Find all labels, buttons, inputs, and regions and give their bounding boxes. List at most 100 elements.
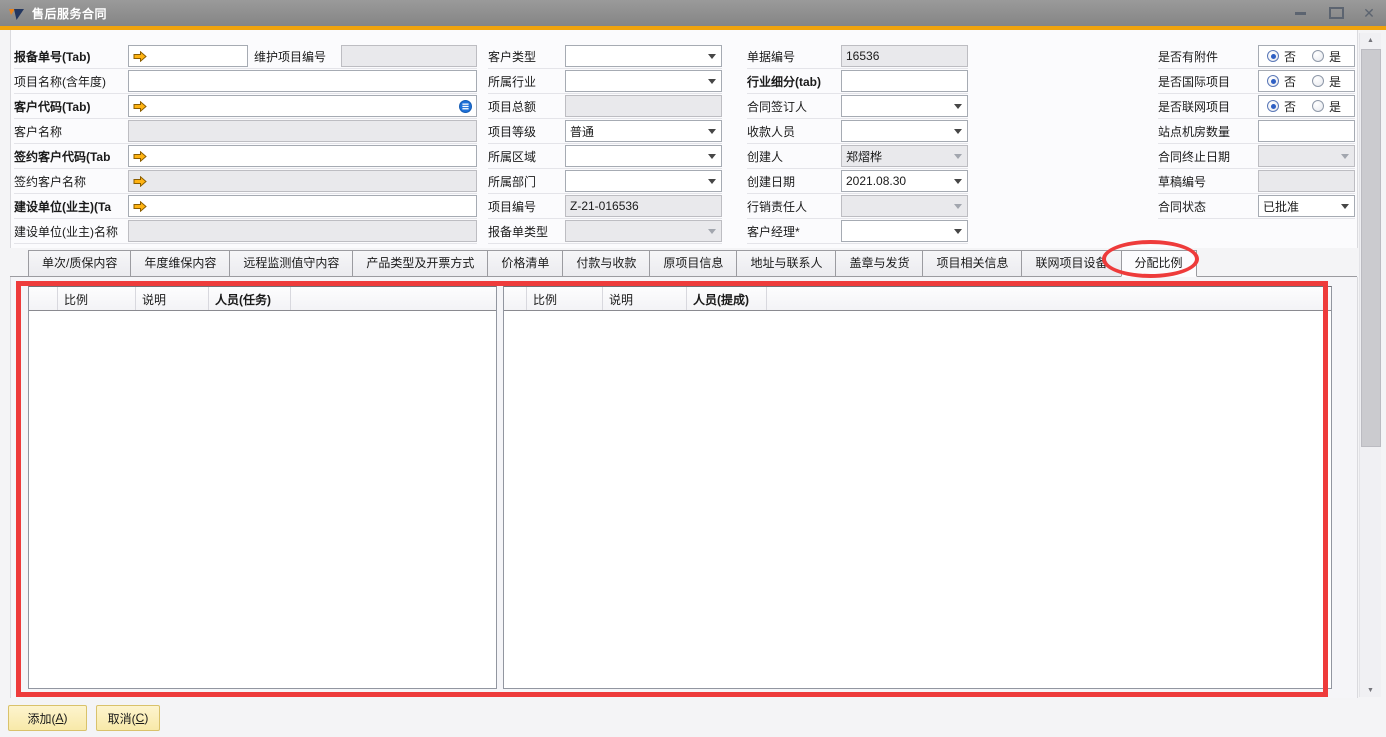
is-international-radio-option-0[interactable]: 否 <box>1267 73 1296 90</box>
has-attachment-label: 是否有附件 <box>1158 48 1258 65</box>
tab-strip: 单次/质保内容年度维保内容远程监测值守内容产品类型及开票方式价格清单付款与收款原… <box>28 250 1197 277</box>
customer-code-label: 客户代码(Tab) <box>14 98 128 115</box>
customer-name-label: 客户名称 <box>14 123 128 140</box>
chevron-down-icon[interactable] <box>950 172 966 190</box>
maximize-icon[interactable] <box>1321 0 1351 26</box>
is-networked-radio-option-0[interactable]: 否 <box>1267 98 1296 115</box>
tab-item-7[interactable]: 原项目信息 <box>649 250 737 277</box>
project-total-input <box>565 95 722 117</box>
scroll-down-icon[interactable]: ▼ <box>1360 683 1381 697</box>
chevron-down-icon[interactable] <box>1337 197 1353 215</box>
doc-no-value: 16536 <box>846 49 879 63</box>
chevron-down-icon[interactable] <box>704 72 720 90</box>
is-international-label: 是否国际项目 <box>1158 73 1258 90</box>
customer-type-select[interactable] <box>565 45 722 67</box>
report-no-input[interactable] <box>128 45 248 67</box>
chevron-down-icon[interactable] <box>704 122 720 140</box>
add-button[interactable]: 添加(A) <box>8 705 87 731</box>
chevron-down-icon[interactable] <box>950 97 966 115</box>
signing-customer-code-input[interactable] <box>128 145 477 167</box>
project-grade-select[interactable]: 普通 <box>565 120 722 142</box>
industry-select[interactable] <box>565 70 722 92</box>
is-international-radio-option-1[interactable]: 是 <box>1312 73 1341 90</box>
tab-item-3[interactable]: 远程监测值守内容 <box>229 250 353 277</box>
creator-label: 创建人 <box>747 148 841 165</box>
chevron-down-icon[interactable] <box>950 122 966 140</box>
column-header <box>504 287 527 310</box>
report-type-select <box>565 220 722 242</box>
department-select[interactable] <box>565 170 722 192</box>
tab-item-11[interactable]: 联网项目设备 <box>1021 250 1121 277</box>
list-icon[interactable] <box>459 100 472 113</box>
form-field-row: 项目等级普通 <box>488 119 722 144</box>
vertical-scrollbar[interactable]: ▲ ▼ <box>1359 33 1381 697</box>
is-networked-radio-group: 否是 <box>1258 95 1355 117</box>
scrollbar-thumb[interactable] <box>1361 49 1381 447</box>
report-type-label: 报备单类型 <box>488 223 565 240</box>
chevron-down-icon[interactable] <box>704 47 720 65</box>
tab-item-8[interactable]: 地址与联系人 <box>736 250 836 277</box>
creator-value: 郑熠桦 <box>846 148 882 165</box>
after-sales-contract-window: 售后服务合同 ✕ 报备单号(Tab)维护项目编号项目名称(含年度)客户代码(Ta… <box>0 0 1386 737</box>
payment-collector-select[interactable] <box>841 120 968 142</box>
form-field-row: 行销责任人 <box>747 194 968 219</box>
form-field-row: 所属行业 <box>488 69 722 94</box>
region-select[interactable] <box>565 145 722 167</box>
tab-item-1[interactable]: 单次/质保内容 <box>28 250 131 277</box>
construction-unit-name-input <box>128 220 477 242</box>
account-manager-select[interactable] <box>841 220 968 242</box>
form-field-row: 建设单位(业主)(Ta <box>14 194 477 219</box>
report-no-label: 报备单号(Tab) <box>14 48 128 65</box>
tab-item-10[interactable]: 项目相关信息 <box>922 250 1022 277</box>
has-attachment-radio-option-0[interactable]: 否 <box>1267 48 1296 65</box>
create-date-select[interactable]: 2021.08.30 <box>841 170 968 192</box>
cancel-button-label: 取消( <box>108 710 136 727</box>
tab-item-4[interactable]: 产品类型及开票方式 <box>352 250 488 277</box>
close-icon[interactable]: ✕ <box>1354 0 1384 26</box>
form-column-1: 报备单号(Tab)维护项目编号项目名称(含年度)客户代码(Tab)客户名称签约客… <box>14 44 477 244</box>
chevron-down-icon[interactable] <box>950 222 966 240</box>
project-name-input[interactable] <box>128 70 477 92</box>
chevron-down-icon[interactable] <box>704 147 720 165</box>
contract-signer-select[interactable] <box>841 95 968 117</box>
form-field-row: 项目编号Z-21-016536 <box>488 194 722 219</box>
tab-item-12[interactable]: 分配比例 <box>1121 250 1197 277</box>
site-room-count-input[interactable] <box>1258 120 1355 142</box>
column-header: 说明 <box>136 287 209 310</box>
chevron-down-icon[interactable] <box>704 172 720 190</box>
form-field-row: 单据编号 16536 <box>747 44 968 69</box>
industry-label: 所属行业 <box>488 73 565 90</box>
radio-label: 否 <box>1284 48 1296 65</box>
scroll-up-icon[interactable]: ▲ <box>1360 33 1381 47</box>
maintenance-project-no-label: 维护项目编号 <box>248 48 341 65</box>
column-header: 说明 <box>603 287 687 310</box>
minimize-icon[interactable] <box>1285 0 1315 26</box>
customer-name-input <box>128 120 477 142</box>
tab-item-5[interactable]: 价格清单 <box>487 250 563 277</box>
contract-end-date-label: 合同终止日期 <box>1158 148 1258 165</box>
is-networked-radio-option-1[interactable]: 是 <box>1312 98 1341 115</box>
radio-icon <box>1312 100 1324 112</box>
contract-status-select[interactable]: 已批准 <box>1258 195 1355 217</box>
tab-item-2[interactable]: 年度维保内容 <box>130 250 230 277</box>
tab-item-6[interactable]: 付款与收款 <box>562 250 650 277</box>
has-attachment-radio-option-1[interactable]: 是 <box>1312 48 1341 65</box>
construction-unit-input[interactable] <box>128 195 477 217</box>
tab-item-9[interactable]: 盖章与发货 <box>835 250 923 277</box>
table-body[interactable] <box>29 311 496 688</box>
doc-no-input: 16536 <box>841 45 968 67</box>
construction-unit-label: 建设单位(业主)(Ta <box>14 198 128 215</box>
draft-no-input <box>1258 170 1355 192</box>
industry-subdivision-input[interactable] <box>841 70 968 92</box>
form-column-3: 单据编号16536行业细分(tab)合同签订人收款人员创建人郑熠桦创建日期202… <box>747 44 968 244</box>
create-date-value: 2021.08.30 <box>846 174 906 188</box>
cancel-button[interactable]: 取消(C) <box>96 705 160 731</box>
column-header: 人员(任务) <box>209 287 291 310</box>
add-button-label-suffix: ) <box>64 711 68 725</box>
table-body[interactable] <box>504 311 1331 688</box>
doc-no-label: 单据编号 <box>747 48 841 65</box>
chevron-down-icon <box>1337 147 1353 165</box>
customer-type-label: 客户类型 <box>488 48 565 65</box>
customer-code-input[interactable] <box>128 95 477 117</box>
project-no-input: Z-21-016536 <box>565 195 722 217</box>
